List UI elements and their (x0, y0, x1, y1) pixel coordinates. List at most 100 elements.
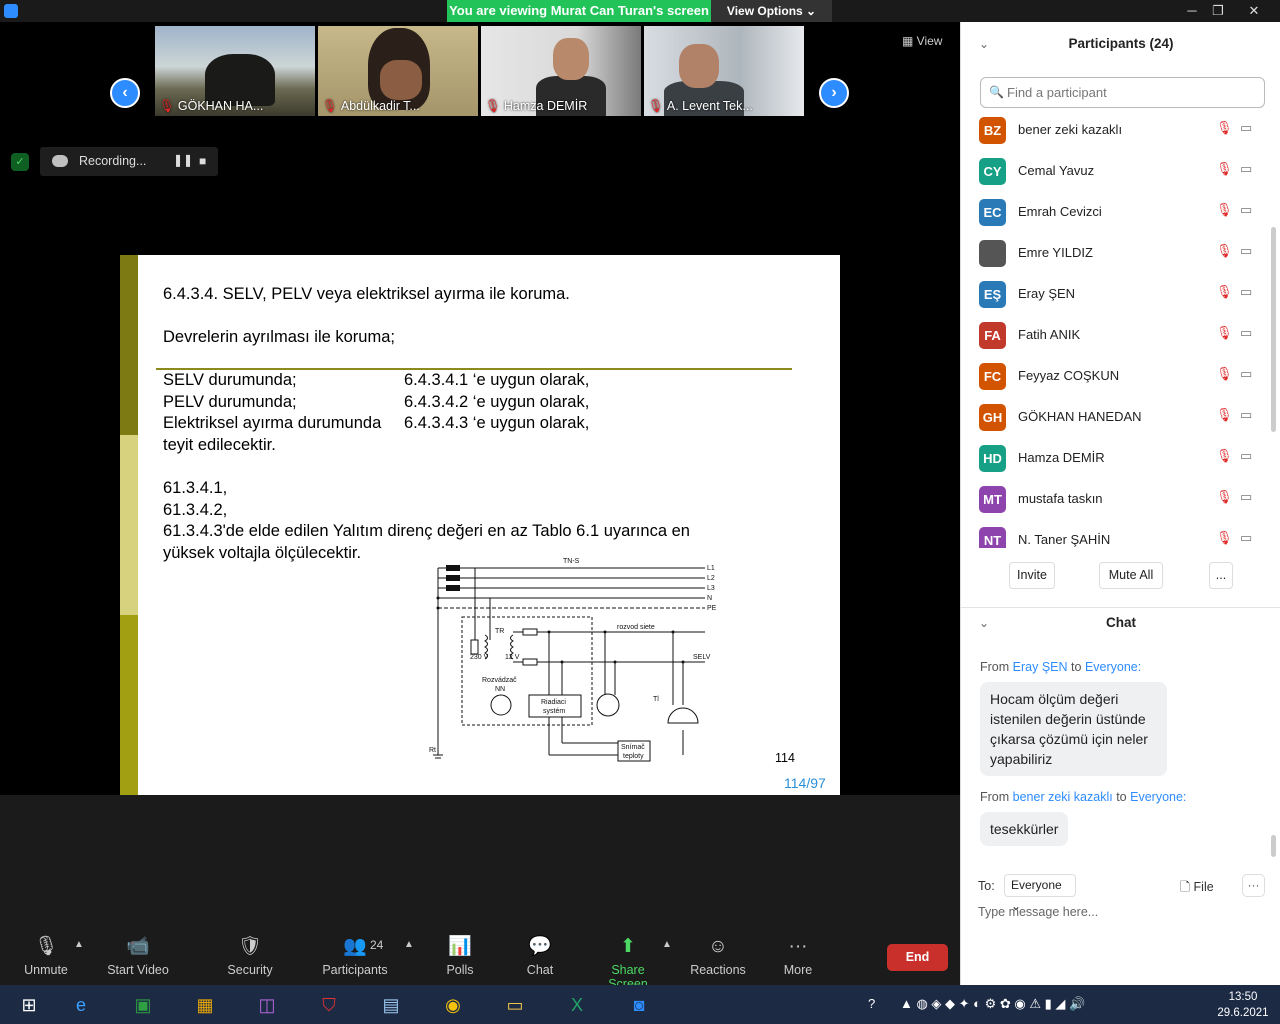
excel-icon[interactable]: X (548, 987, 606, 1023)
chat-sender[interactable]: Eray ŞEN (1013, 660, 1068, 674)
participant-row[interactable]: HD Hamza DEMİR 🎙 ▭ (961, 438, 1280, 479)
diagram-title: TN-S (563, 558, 580, 565)
prev-page-button[interactable]: ‹ (110, 78, 140, 108)
end-meeting-button[interactable]: End (887, 944, 948, 971)
participant-row[interactable]: FA Fatih ANIK 🎙 ▭ (961, 315, 1280, 356)
start-video-button[interactable]: 📹 Start Video (104, 933, 172, 985)
to-label: To: (978, 879, 995, 893)
avatar (979, 240, 1006, 267)
restore-icon[interactable]: ❐ (1203, 0, 1233, 22)
diagram-label: systém (543, 708, 565, 715)
video-tile-name: 🎙 A. Levent Tek... (648, 99, 753, 113)
diagram-label: teploty (623, 753, 644, 760)
recipient-select[interactable]: Everyone ⌄ (1004, 874, 1076, 913)
slide-page-number: 114 (775, 751, 795, 765)
mute-all-button[interactable]: Mute All (1099, 562, 1163, 589)
internet-explorer-icon[interactable]: e (52, 987, 110, 1023)
participant-row[interactable]: MT mustafa taskın 🎙 ▭ (961, 479, 1280, 520)
security-button[interactable]: 🛡 Security (222, 933, 278, 985)
participants-more-button[interactable]: ... (1209, 562, 1233, 589)
store-icon[interactable]: ▣ (114, 987, 172, 1023)
participant-name: Hamza DEMİR (1018, 450, 1105, 465)
chat-scrollbar[interactable] (1271, 835, 1276, 857)
pause-recording-button[interactable]: ❚❚ (173, 153, 193, 167)
participant-name: N. Taner ŞAHİN (1018, 532, 1111, 547)
diagram-label: 230 V (470, 654, 489, 661)
diagram-label: TR (495, 628, 504, 635)
diagram-label: Rozvádzač (482, 677, 517, 684)
chevron-up-icon[interactable]: ▲ (74, 939, 84, 950)
avatar: GH (979, 404, 1006, 431)
video-tile[interactable]: 🎙 Abdülkadir T... (318, 26, 478, 116)
tray-icons[interactable]: ▲ ◍ ◈ ◆ ✦ ◐ ⚙ ✿ ◉ ⚠ ▮ ◢ 🔊 (900, 996, 1085, 1012)
diagram-label: 12 V (505, 654, 520, 661)
chat-header: ⌄ Chat (961, 601, 1280, 645)
view-options-button[interactable]: View Options ⌄ (711, 0, 832, 22)
mic-off-icon: 🎙 (1216, 366, 1233, 381)
calculator-icon[interactable]: ▤ (362, 987, 420, 1023)
participant-row[interactable]: EC Emrah Cevizci 🎙 ▭ (961, 192, 1280, 233)
chevron-up-icon[interactable]: ▲ (404, 939, 414, 950)
slide-row-value: 6.4.3.4.1 ‘e uygun olarak, (404, 371, 590, 389)
tn-s-circuit-diagram: TN-S L1 L2 L3 N PE rozvod siete SELV TR … (429, 558, 717, 762)
chat-sender[interactable]: bener zeki kazaklı (1013, 790, 1113, 804)
chat-button[interactable]: 💬 Chat (518, 933, 562, 985)
participant-row[interactable]: BZ bener zeki kazaklı 🎙 ▭ (961, 110, 1280, 151)
chevron-up-icon[interactable]: ▲ (662, 939, 672, 950)
shield-icon: 🛡 (237, 936, 263, 957)
diagram-label: SELV (693, 654, 711, 661)
participant-name: Emrah Cevizci (1018, 204, 1102, 219)
participant-row[interactable]: FC Feyyaz COŞKUN 🎙 ▭ (961, 356, 1280, 397)
participant-name: Fatih ANIK (1018, 327, 1081, 342)
slide-accent-bar (120, 615, 138, 795)
next-page-button[interactable]: › (819, 78, 849, 108)
help-icon[interactable]: ? (868, 996, 875, 1011)
stop-recording-button[interactable]: ■ (199, 154, 206, 168)
view-button[interactable]: ▦ View (902, 34, 942, 48)
file-explorer-icon[interactable]: ▭ (486, 987, 544, 1023)
video-tile[interactable]: 🎙 Hamza DEMİR (481, 26, 641, 116)
avatar: BZ (979, 117, 1006, 144)
video-tile[interactable]: 🎙 A. Levent Tek... (644, 26, 804, 116)
chat-recipient[interactable]: Everyone: (1130, 790, 1186, 804)
chevron-down-icon[interactable]: ⌄ (979, 601, 989, 645)
participant-row[interactable]: NT N. Taner ŞAHİN 🎙 ▭ (961, 520, 1280, 548)
chevron-down-icon[interactable]: ⌄ (979, 22, 989, 66)
unmute-button[interactable]: 🎙 Unmute (18, 933, 74, 985)
file-button[interactable]: 🗋 File (1180, 878, 1214, 899)
diagram-label: Rt (429, 747, 436, 754)
chat-recipient[interactable]: Everyone: (1085, 660, 1141, 674)
invite-button[interactable]: Invite (1009, 562, 1055, 589)
slide-accent-bar (120, 255, 138, 435)
more-button[interactable]: ··· More (776, 933, 820, 985)
participant-search-input[interactable]: 🔍 Find a participant (980, 77, 1265, 108)
share-screen-button[interactable]: ⬆ Share Screen (590, 933, 666, 991)
system-clock[interactable]: 13:50 29.6.2021 (1213, 989, 1273, 1021)
participant-scrollbar[interactable] (1271, 227, 1276, 432)
mcafee-icon[interactable]: ⛉ (300, 987, 358, 1023)
participant-name: mustafa taskın (1018, 491, 1103, 506)
reactions-button[interactable]: ☺ Reactions (688, 933, 748, 985)
mic-off-icon: 🎙 (322, 99, 338, 113)
video-tile[interactable]: 🎙 GÖKHAN HA... (155, 26, 315, 116)
zoom-app-icon (4, 4, 18, 18)
chat-bubble-icon: 💬 (528, 936, 552, 957)
participant-row[interactable]: CY Cemal Yavuz 🎙 ▭ (961, 151, 1280, 192)
participant-row[interactable]: GH GÖKHAN HANEDAN 🎙 ▭ (961, 397, 1280, 438)
polls-button[interactable]: 📊 Polls (438, 933, 482, 985)
camera-icon: ▭ (1240, 120, 1253, 135)
photo-app-icon[interactable]: ▦ (176, 987, 234, 1023)
camera-icon: ▭ (1240, 489, 1253, 504)
chrome-icon[interactable]: ◉ (424, 987, 482, 1023)
mic-muted-icon: 🎙 (33, 936, 59, 957)
start-icon[interactable]: ⊞ (0, 987, 58, 1023)
participant-row[interactable]: EŞ Eray ŞEN 🎙 ▭ (961, 274, 1280, 315)
participant-row[interactable]: Emre YILDIZ 🎙 ▭ (961, 233, 1280, 274)
chat-message-input[interactable]: Type message here... (978, 905, 1268, 925)
connect-icon[interactable]: ◫ (238, 987, 296, 1023)
close-icon[interactable]: ✕ (1239, 0, 1269, 22)
slide-accent-bar (120, 435, 138, 615)
avatar: EC (979, 199, 1006, 226)
chat-more-button[interactable]: ··· (1242, 874, 1265, 897)
zoom-icon[interactable]: ◙ (610, 987, 668, 1023)
